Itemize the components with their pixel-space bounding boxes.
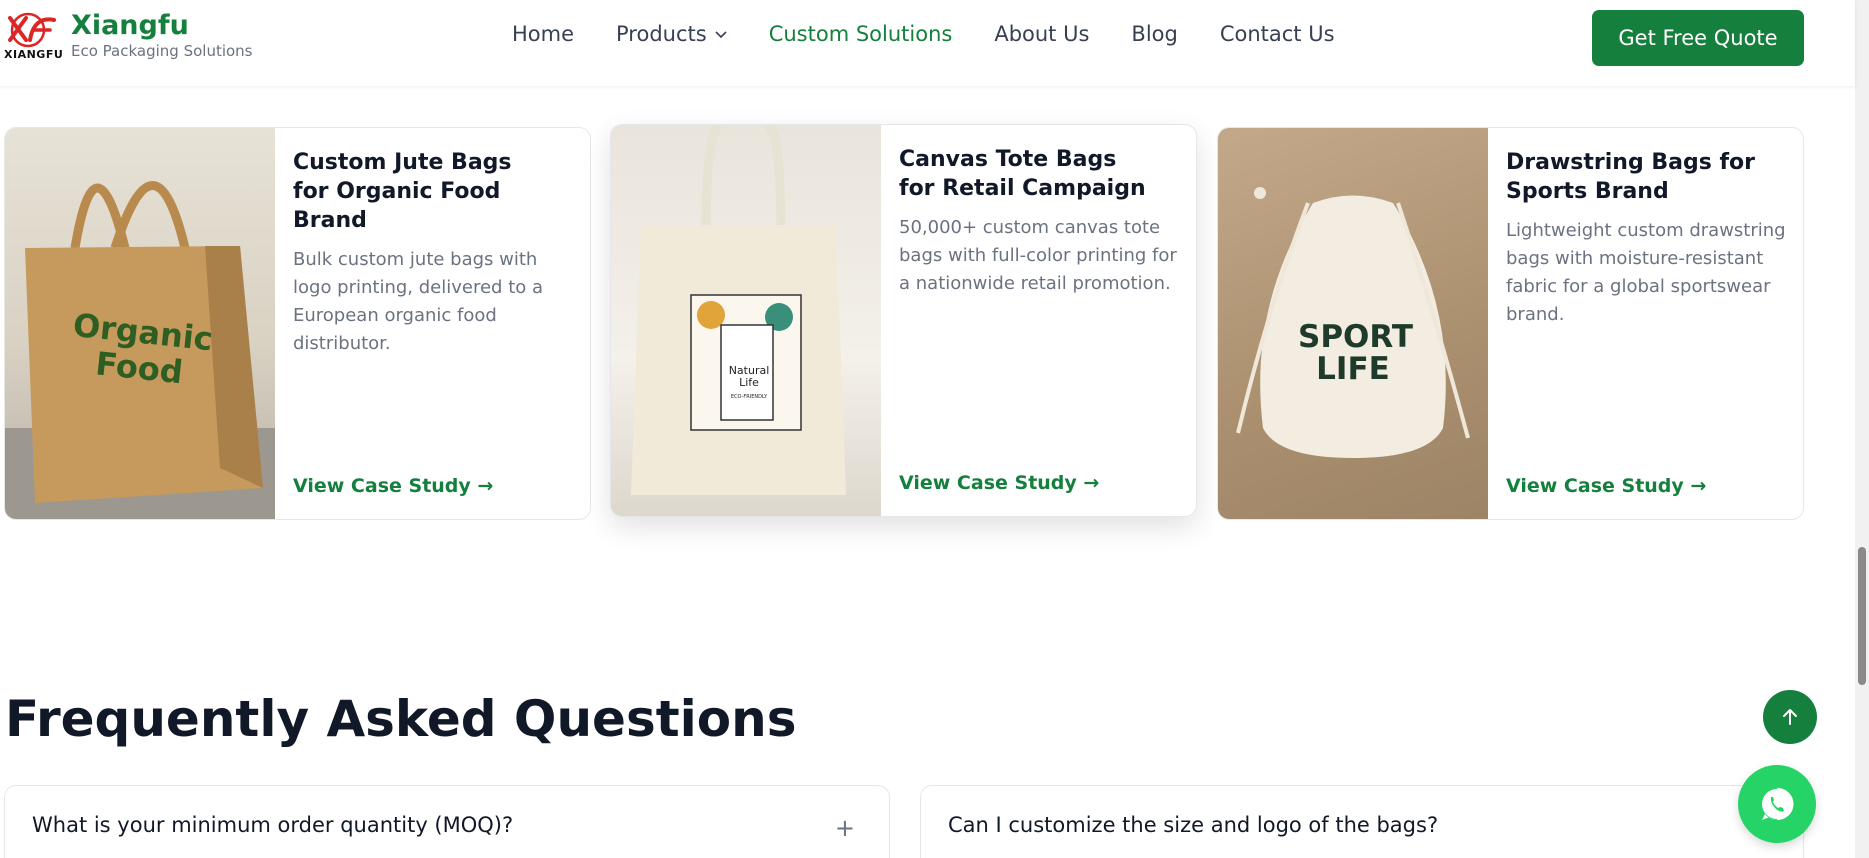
logo-wordmark: XIANGFU [4, 48, 64, 61]
nav-about-us[interactable]: About Us [994, 22, 1089, 46]
logo-icon [8, 12, 56, 48]
case-study-card-canvas: Natural Life ECO-FRIENDLY Canvas Tote Ba… [610, 124, 1197, 517]
nav-custom-solutions-label: Custom Solutions [768, 22, 953, 46]
nav-contact-us[interactable]: Contact Us [1220, 22, 1335, 46]
card-description: Lightweight custom drawstring bags with … [1506, 220, 1786, 325]
jute-bag-image: Organic Food [5, 128, 275, 519]
view-case-study-link[interactable]: View Case Study → [899, 472, 1099, 494]
nav-products[interactable]: Products [616, 22, 727, 46]
brand-name[interactable]: Xiangfu [71, 10, 189, 41]
faq-question: What is your minimum order quantity (MOQ… [32, 813, 514, 837]
card-title: Custom Jute Bags for Organic Food Brand [293, 150, 512, 233]
canvas-tote-illustration [631, 125, 846, 495]
faq-question: Can I customize the size and logo of the… [948, 813, 1439, 837]
logo[interactable]: XIANGFU [4, 10, 64, 66]
drawstring-bag-print: SPORT LIFE [1298, 321, 1413, 387]
back-to-top-button[interactable] [1763, 690, 1817, 744]
card-description: Bulk custom jute bags with logo printing… [293, 249, 544, 354]
chevron-down-icon [715, 31, 727, 39]
drawstring-bag-print-line-2: LIFE [1316, 351, 1390, 387]
nav-home-label: Home [512, 22, 575, 46]
card-description: 50,000+ custom canvas tote bags with ful… [899, 217, 1177, 294]
canvas-tote-image: Natural Life ECO-FRIENDLY [611, 125, 881, 516]
nav-blog-label: Blog [1131, 22, 1178, 46]
brand-tagline: Eco Packaging Solutions [71, 42, 253, 60]
canvas-tote-print-line-2: Life [739, 376, 759, 389]
jute-bag-print: Organic Food [68, 306, 214, 393]
view-case-study-link[interactable]: View Case Study → [293, 475, 493, 497]
site-header: XIANGFU Xiangfu Eco Packaging Solutions … [0, 0, 1855, 86]
whatsapp-icon [1762, 787, 1794, 820]
nav-products-label: Products [616, 22, 707, 46]
drawstring-bag-print-line-1: SPORT [1298, 319, 1414, 355]
faq-heading: Frequently Asked Questions [5, 690, 797, 748]
nav-blog[interactable]: Blog [1131, 22, 1177, 46]
scrollbar-thumb[interactable] [1858, 547, 1866, 685]
drawstring-bag-image: SPORT LIFE [1218, 128, 1488, 519]
plus-icon: + [834, 814, 855, 842]
nav-custom-solutions[interactable]: Custom Solutions [769, 22, 953, 46]
faq-item[interactable]: What is your minimum order quantity (MOQ… [4, 785, 890, 858]
main-nav: Home Products Custom Solutions About Us … [512, 22, 1335, 46]
whatsapp-chat-button[interactable] [1738, 765, 1816, 843]
nav-about-us-label: About Us [994, 22, 1090, 46]
canvas-tote-print: Natural Life ECO-FRIENDLY [723, 365, 775, 403]
card-title: Canvas Tote Bags for Retail Campaign [899, 147, 1146, 201]
nav-home[interactable]: Home [512, 22, 574, 46]
canvas-tote-print-line-3: ECO-FRIENDLY [730, 394, 768, 400]
case-study-card-drawstring: SPORT LIFE Drawstring Bags for Sports Br… [1217, 127, 1804, 520]
get-free-quote-button[interactable]: Get Free Quote [1592, 10, 1804, 66]
view-case-study-link[interactable]: View Case Study → [1506, 475, 1706, 497]
arrow-up-icon [1783, 709, 1797, 725]
page-scrollbar[interactable] [1855, 0, 1869, 858]
card-title: Drawstring Bags for Sports Brand [1506, 150, 1756, 204]
case-study-card-jute: Organic Food Custom Jute Bags for Organi… [4, 127, 591, 520]
faq-item[interactable]: Can I customize the size and logo of the… [920, 785, 1804, 858]
nav-contact-us-label: Contact Us [1219, 22, 1335, 46]
